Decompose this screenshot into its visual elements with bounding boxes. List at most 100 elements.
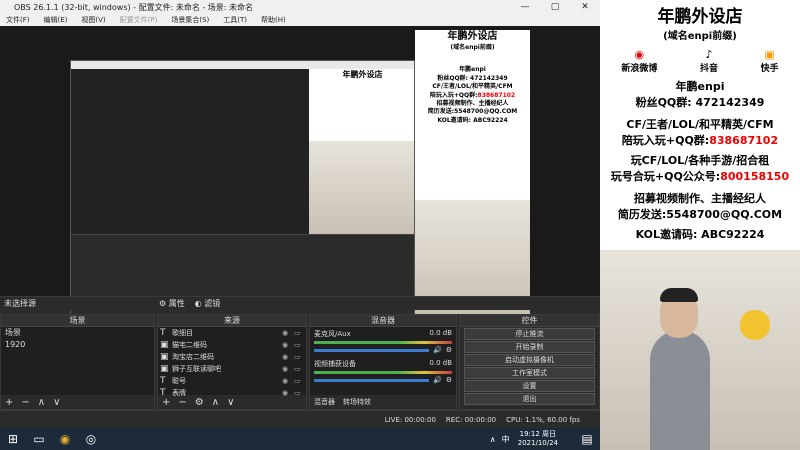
notification-icon[interactable]: ▤: [574, 428, 600, 450]
mixer-dock: 混音器 麦克风/Aux 0.0 dB 🔊 ⚙ 视频捕获设备 0.0 dB 🔊 ⚙ 混…: [309, 314, 457, 410]
add-source-icon[interactable]: +: [162, 397, 170, 408]
image-source-icon: ▣: [160, 352, 169, 362]
source-item[interactable]: ▣ 淘宝店二维码 ◉ ▭: [158, 351, 306, 363]
menu-scene-collection[interactable]: 场景集合(S): [171, 15, 209, 25]
menu-profile[interactable]: 配置文件(P): [120, 15, 158, 25]
lock-icon[interactable]: ▭: [294, 377, 306, 385]
studio-mode-button[interactable]: 工作室模式: [464, 367, 595, 379]
source-item[interactable]: T 歌细目 ◉ ▭: [158, 327, 306, 339]
tab-mixer[interactable]: 混音器: [314, 397, 335, 407]
properties-button[interactable]: ⚙ 属性: [159, 298, 185, 309]
shop-name: 年鹏外设店: [657, 7, 743, 27]
obs-icon[interactable]: ◎: [78, 428, 104, 450]
gear-icon[interactable]: ⚙: [446, 376, 452, 384]
gear-icon[interactable]: ⚙: [195, 397, 204, 408]
minimize-button[interactable]: —: [510, 2, 540, 12]
move-down-icon[interactable]: ∨: [53, 397, 60, 408]
exit-button[interactable]: 退出: [464, 393, 595, 405]
channel-db: 0.0 dB: [429, 329, 452, 337]
source-label: 狮子互联读聊吧: [172, 365, 221, 373]
menu-tools[interactable]: 工具(T): [223, 15, 247, 25]
gear-icon[interactable]: ⚙: [446, 346, 452, 354]
clock[interactable]: 19:12 周日 2021/10/24: [518, 430, 558, 448]
scene-item[interactable]: 场景: [1, 327, 154, 339]
speaker-icon[interactable]: 🔊: [433, 346, 442, 354]
speaker-icon[interactable]: 🔊: [433, 376, 442, 384]
window-title: OBS 26.1.1 (32-bit, windows) - 配置文件: 未命名…: [14, 2, 254, 12]
ime-indicator[interactable]: 中: [502, 434, 510, 445]
nested-shop-name: 年鹏外设店: [342, 70, 383, 79]
nested-title-bar: [71, 61, 414, 69]
add-scene-icon[interactable]: +: [5, 397, 13, 408]
docks-area: 场景 场景 1920 + − ∧ ∨ 来源 T 歌细目 ◉ ▭ ▣ 猫宅二维码 ◉ ▭ ▣ 淘…: [0, 314, 600, 410]
tray-chevron-icon[interactable]: ∧: [490, 435, 496, 444]
app-icon[interactable]: ◉: [52, 428, 78, 450]
email-line: 简历发送:5548700@QQ.COM: [617, 208, 783, 221]
clock-time: 19:12 周日: [519, 430, 557, 438]
controls-title: 控件: [460, 315, 599, 327]
eye-icon[interactable]: ◉: [282, 377, 294, 385]
preview-ad-shop: 年鹏外设店: [447, 31, 498, 42]
preview-canvas[interactable]: 年鹏外设店 年鹏外设店 (域名enpi前缀) 年鹏enpi 粉丝QQ群: 472…: [0, 26, 600, 315]
kuaishou-icon: ▣: [764, 48, 775, 61]
maximize-button[interactable]: ▢: [540, 2, 570, 12]
lock-icon[interactable]: ▭: [294, 341, 306, 349]
source-item[interactable]: T 聪号 ◉ ▭: [158, 375, 306, 387]
menu-edit[interactable]: 编辑(E): [44, 15, 68, 25]
move-up-icon[interactable]: ∧: [38, 397, 45, 408]
tab-transitions[interactable]: 转场特效: [343, 397, 371, 407]
eye-icon[interactable]: ◉: [282, 353, 294, 361]
eye-icon[interactable]: ◉: [282, 329, 294, 337]
lock-icon[interactable]: ▭: [294, 353, 306, 361]
volume-meter: [314, 341, 452, 344]
volume-meter: [314, 371, 452, 374]
douyin-label: 抖音: [699, 64, 718, 74]
status-bar: LIVE: 00:00:00 REC: 00:00:00 CPU: 1.1%, …: [0, 410, 600, 428]
image-source-icon: ▣: [160, 364, 169, 374]
task-view-icon[interactable]: ▭: [26, 428, 52, 450]
filters-button[interactable]: ◐ 滤镜: [195, 298, 221, 309]
settings-button[interactable]: 设置: [464, 380, 595, 392]
eye-icon[interactable]: ◉: [282, 365, 294, 373]
lock-icon[interactable]: ▭: [294, 329, 306, 337]
clock-date: 2021/10/24: [517, 439, 558, 447]
remove-scene-icon[interactable]: −: [21, 397, 29, 408]
source-label: 猫宅二维码: [172, 341, 207, 349]
fans-qq: 粉丝QQ群: 472142349: [635, 96, 765, 109]
mixer-channel: 视频捕获设备 0.0 dB 🔊 ⚙: [310, 357, 456, 387]
source-toolbar: 未选择源 ⚙ 属性 ◐ 滤镜: [0, 296, 600, 310]
scenes-dock: 场景 场景 1920 + − ∧ ∨: [0, 314, 155, 410]
kuaishou-item: ▣ 快手: [761, 48, 779, 74]
scene-item[interactable]: 1920: [1, 339, 154, 351]
games-line: CF/王者/LOL/和平精英/CFM: [626, 118, 774, 131]
eye-icon[interactable]: ◉: [282, 341, 294, 349]
virtual-camera-button[interactable]: 启动虚拟摄像机: [464, 354, 595, 366]
menu-file[interactable]: 文件(F): [6, 15, 30, 25]
source-item[interactable]: ▣ 猫宅二维码 ◉ ▭: [158, 339, 306, 351]
lock-icon[interactable]: ▭: [294, 365, 306, 373]
stop-streaming-button[interactable]: 停止推流: [464, 328, 595, 340]
remove-source-icon[interactable]: −: [178, 397, 186, 408]
start-recording-button[interactable]: 开始录制: [464, 341, 595, 353]
volume-slider[interactable]: [314, 348, 429, 352]
play-qq-line: 陪玩入玩+QQ群:838687102: [600, 132, 800, 148]
weibo-icon: ◉: [634, 48, 645, 61]
close-button[interactable]: ✕: [570, 2, 600, 12]
filters-label: 滤镜: [204, 299, 221, 308]
nested-webcam: [309, 141, 414, 234]
source-item[interactable]: ▣ 狮子互联读聊吧 ◉ ▭: [158, 363, 306, 375]
nested-ad: 年鹏外设店: [309, 69, 414, 141]
move-up-icon[interactable]: ∧: [212, 397, 219, 408]
channel-name: 麦克风/Aux: [314, 330, 351, 338]
menu-help[interactable]: 帮助(H): [261, 15, 286, 25]
windows-start-icon[interactable]: ⊞: [0, 428, 26, 450]
move-down-icon[interactable]: ∨: [227, 397, 234, 408]
weibo-label: 新浪微博: [621, 64, 658, 74]
volume-slider[interactable]: [314, 378, 429, 382]
nianpeng-label: 年鹏enpi: [675, 80, 725, 93]
text-source-icon: T: [160, 328, 166, 338]
preview-ad-games: CF/王者/LOL/和平精英/CFM: [432, 83, 513, 91]
menu-view[interactable]: 视图(V): [81, 15, 105, 25]
obs-window: OBS 26.1.1 (32-bit, windows) - 配置文件: 未命名…: [0, 0, 600, 428]
account-label: 玩号合玩+QQ公众号:: [610, 170, 721, 183]
